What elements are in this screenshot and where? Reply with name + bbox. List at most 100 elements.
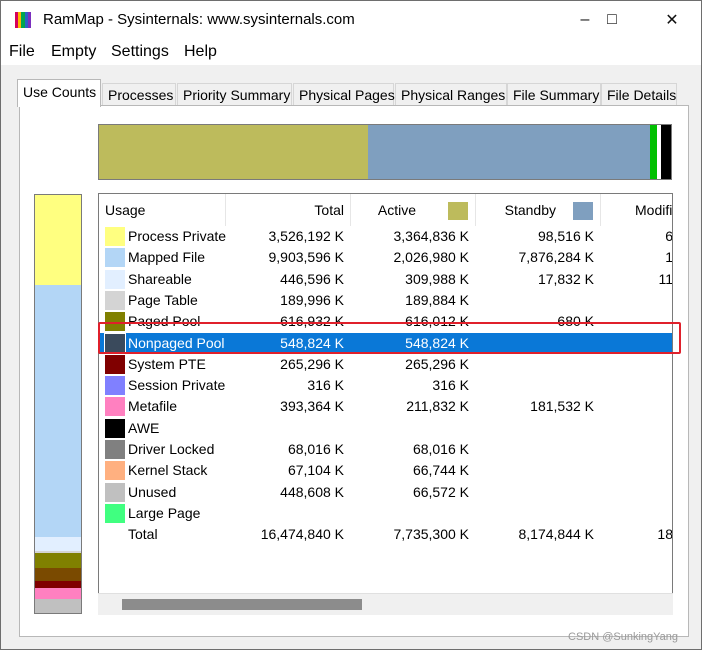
cell-active: 3,364,836 K xyxy=(393,228,469,244)
tab-priority-summary[interactable]: Priority Summary xyxy=(177,83,292,107)
usage-bar-paged-pool xyxy=(35,553,81,568)
active-color-swatch xyxy=(448,202,468,220)
usage-bar-system-pte xyxy=(35,581,81,588)
table-row[interactable]: Nonpaged Pool 548,824 K 548,824 K xyxy=(99,332,672,354)
usage-bar-shareable xyxy=(35,537,81,551)
cell-active: 7,735,300 K xyxy=(393,526,469,543)
table-row[interactable]: AWE xyxy=(99,418,672,439)
cell-total: 548,824 K xyxy=(280,334,344,351)
cell-total: 68,016 K xyxy=(287,441,344,457)
cell-total: 393,364 K xyxy=(280,398,344,415)
cell-modified: 6 xyxy=(665,228,673,244)
table-row[interactable]: Process Private 3,526,192 K 3,364,836 K 98,… xyxy=(99,226,673,247)
usage-label: Driver Locked xyxy=(128,441,215,457)
table-row[interactable]: Session Private 316 K 316 K xyxy=(99,375,672,396)
menu-settings[interactable]: Settings xyxy=(111,43,169,61)
cell-total: 616,932 K xyxy=(280,313,344,330)
menu-empty[interactable]: Empty xyxy=(51,43,96,61)
cell-active: 2,026,980 K xyxy=(393,249,469,266)
usage-color-swatch xyxy=(105,312,125,332)
table-row[interactable]: Total 16,474,840 K 7,735,300 K 8,174,844 K 1… xyxy=(99,524,673,545)
cell-active: 66,572 K xyxy=(412,483,469,500)
menu-help[interactable]: Help xyxy=(184,43,217,61)
table-row[interactable]: Mapped File 9,903,596 K 2,026,980 K 7,876,2… xyxy=(99,247,673,268)
table-row[interactable]: Large Page xyxy=(99,503,672,524)
table-row[interactable]: Shareable 446,596 K 309,988 K 17,832 K 11 xyxy=(99,269,673,290)
cell-standby: 181,532 K xyxy=(530,398,594,415)
table-row[interactable]: Kernel Stack 67,104 K 66,744 K xyxy=(99,460,672,481)
usage-bar-process-private xyxy=(35,195,81,285)
usage-bar-mapped-file xyxy=(35,285,81,537)
usage-color-swatch xyxy=(104,332,126,354)
usage-label: Shareable xyxy=(128,270,192,287)
usage-color-swatch xyxy=(105,227,125,246)
table-row[interactable]: System PTE 265,296 K 265,296 K xyxy=(99,354,672,375)
cell-total: 446,596 K xyxy=(280,270,344,287)
scrollbar-thumb[interactable] xyxy=(122,599,362,610)
usage-color-swatch xyxy=(105,290,125,310)
usage-color-swatch xyxy=(105,269,125,289)
cell-standby: 7,876,284 K xyxy=(518,249,594,266)
cell-active: 66,744 K xyxy=(412,462,469,479)
usage-label: Page Table xyxy=(128,291,198,308)
table-row[interactable]: Page Table 189,996 K 189,884 K xyxy=(99,290,672,311)
column-header-usage[interactable]: Usage xyxy=(99,194,226,226)
window-title: RamMap - Sysinternals: www.sysinternals.… xyxy=(43,11,355,28)
usage-bar xyxy=(34,194,82,614)
horizontal-scrollbar[interactable] xyxy=(98,593,673,615)
usage-label: Session Private xyxy=(128,377,226,394)
tab-physical-pages[interactable]: Physical Pages xyxy=(293,83,395,107)
cell-active: 548,824 K xyxy=(405,334,469,351)
usage-label: Process Private xyxy=(128,228,227,244)
maximize-button[interactable]: □ xyxy=(589,1,635,39)
cell-standby: 98,516 K xyxy=(537,228,594,244)
usage-color-swatch xyxy=(105,248,125,268)
tab-physical-ranges[interactable]: Physical Ranges xyxy=(395,83,507,107)
menu-bar: File Empty Settings Help xyxy=(1,39,701,65)
table-row[interactable]: Metafile 393,364 K 211,832 K 181,532 K xyxy=(99,396,672,417)
cell-total: 16,474,840 K xyxy=(260,526,344,543)
cell-total: 265,296 K xyxy=(280,355,344,372)
cell-total: 67,104 K xyxy=(287,462,344,479)
cell-active: 265,296 K xyxy=(405,355,469,372)
menu-file[interactable]: File xyxy=(9,43,35,61)
topbar-segment-modified xyxy=(650,125,657,179)
cell-active: 68,016 K xyxy=(412,441,469,457)
memory-state-bar xyxy=(98,124,672,180)
topbar-segment-active xyxy=(99,125,368,179)
usage-label: Nonpaged Pool xyxy=(128,334,225,351)
tab-processes[interactable]: Processes xyxy=(102,83,176,107)
table-row[interactable]: Unused 448,608 K 66,572 K xyxy=(99,482,672,503)
cell-total: 316 K xyxy=(307,377,344,394)
cell-modified: 11 xyxy=(658,270,673,287)
table-row[interactable]: Paged Pool 616,932 K 616,012 K 680 K xyxy=(99,311,672,332)
cell-standby: 17,832 K xyxy=(537,270,594,287)
tab-file-summary[interactable]: File Summary xyxy=(507,83,601,107)
watermark: CSDN @SunkingYang xyxy=(568,631,679,643)
usage-label: Mapped File xyxy=(128,249,206,266)
cell-active: 189,884 K xyxy=(405,291,469,308)
usage-label: Metafile xyxy=(128,398,178,415)
tab-strip: Use Counts Processes Priority Summary Ph… xyxy=(1,65,701,107)
cell-standby: 680 K xyxy=(557,313,594,330)
table-row[interactable]: Driver Locked 68,016 K 68,016 K xyxy=(99,439,672,460)
cell-total: 3,526,192 K xyxy=(268,228,344,244)
column-header-modified[interactable]: Modifie xyxy=(601,194,672,226)
title-bar[interactable]: RamMap - Sysinternals: www.sysinternals.… xyxy=(1,1,701,39)
cell-active: 616,012 K xyxy=(405,313,469,330)
tab-file-details[interactable]: File Details xyxy=(601,83,677,107)
rammap-window: RamMap - Sysinternals: www.sysinternals.… xyxy=(0,0,702,650)
usage-bar-unused xyxy=(35,599,81,613)
cell-active: 309,988 K xyxy=(405,270,469,287)
column-header-total[interactable]: Total xyxy=(226,194,351,226)
table-header: Usage Total Active Standby Modifie xyxy=(99,194,672,226)
usage-label: System PTE xyxy=(128,355,206,372)
close-button[interactable]: ✕ xyxy=(649,1,695,39)
cell-modified: 18 xyxy=(657,526,673,543)
usage-color-swatch xyxy=(105,376,125,396)
usage-color-swatch xyxy=(105,418,125,438)
usage-label: Total xyxy=(128,526,158,543)
tab-use-counts[interactable]: Use Counts xyxy=(17,79,101,107)
use-counts-table[interactable]: Usage Total Active Standby Modifie Proce… xyxy=(98,193,673,615)
cell-modified: 1 xyxy=(665,249,673,266)
